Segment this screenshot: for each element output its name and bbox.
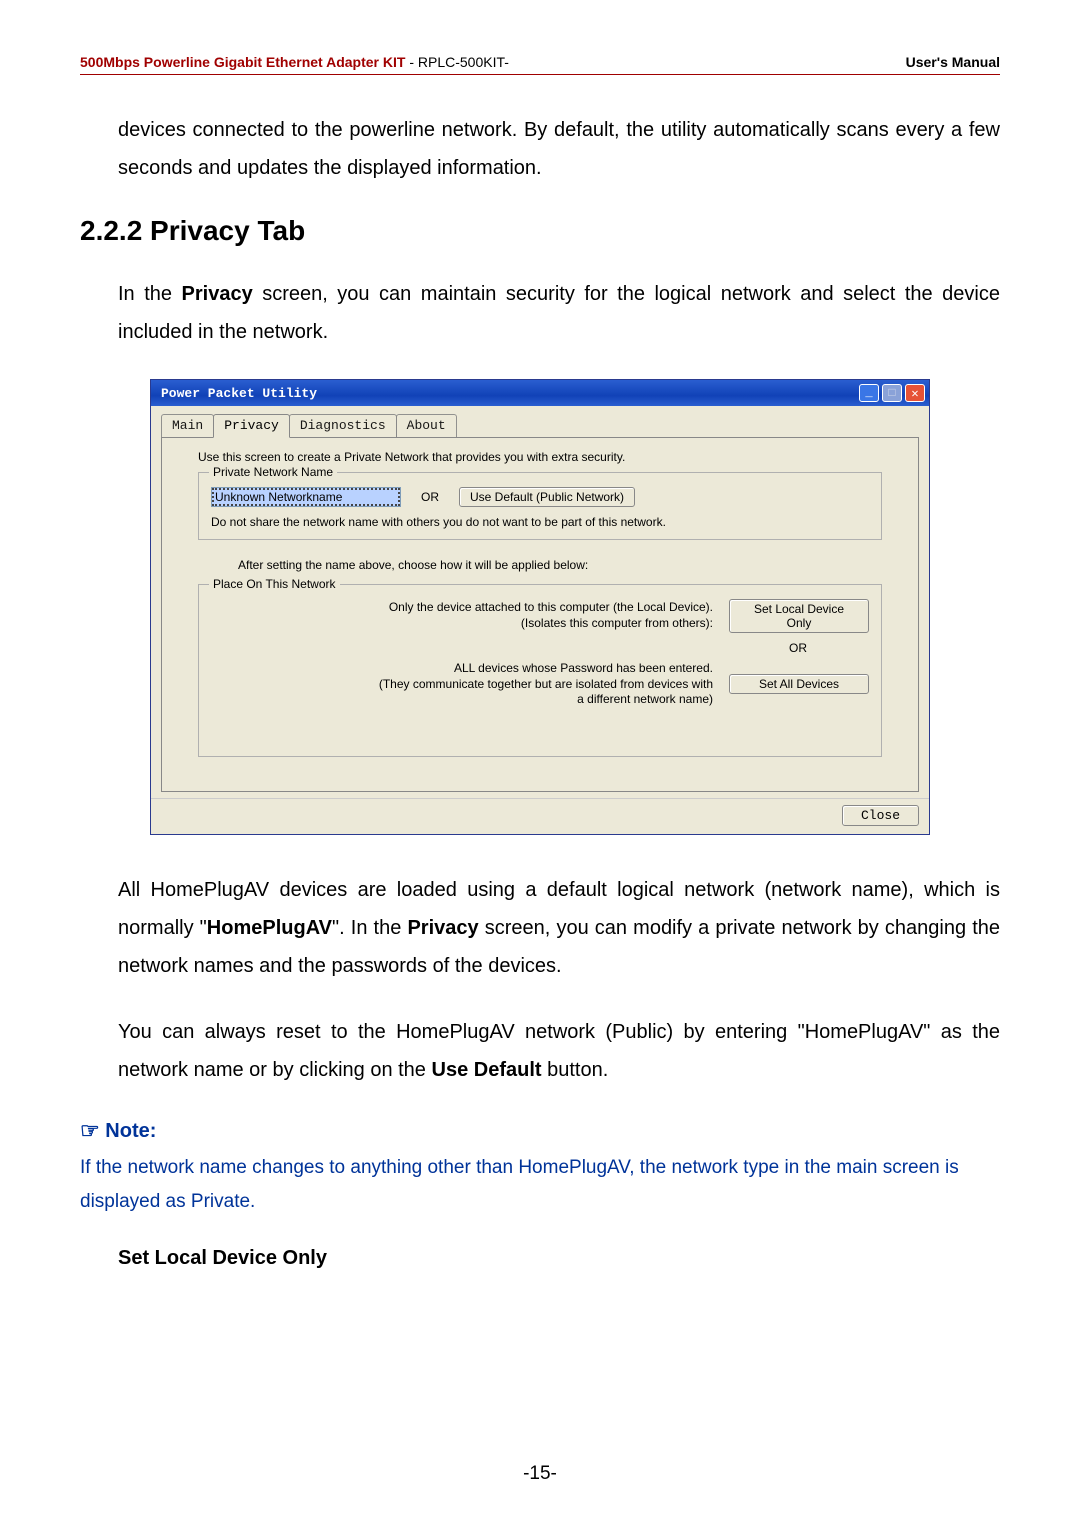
network-name-warning: Do not share the network name with other… (211, 515, 869, 529)
apply-instruction: After setting the name above, choose how… (238, 558, 902, 572)
product-model: RPLC-500KIT- (418, 54, 509, 70)
product-title: 500Mbps Powerline Gigabit Ethernet Adapt… (80, 54, 405, 70)
note-text: If the network name changes to anything … (80, 1151, 1000, 1219)
window-bottom-bar: Close (151, 798, 929, 834)
note-heading: ☞ Note: (80, 1117, 1000, 1143)
group-title-network-name: Private Network Name (209, 465, 337, 479)
app-window: Power Packet Utility _ □ ✕ Main Privacy … (150, 379, 930, 835)
tab-diagnostics[interactable]: Diagnostics (289, 414, 397, 437)
bold-privacy: Privacy (182, 283, 253, 305)
note-label: Note: (105, 1120, 156, 1142)
close-button[interactable]: Close (842, 805, 919, 826)
group-place-on-network: Place On This Network Only the device at… (198, 584, 882, 757)
network-name-input[interactable] (211, 487, 401, 507)
tabs-row: Main Privacy Diagnostics About (151, 406, 929, 437)
window-title: Power Packet Utility (161, 386, 317, 401)
after-paragraph-2: You can always reset to the HomePlugAV n… (118, 1013, 1000, 1089)
group-title-place: Place On This Network (209, 577, 340, 591)
maximize-icon: □ (888, 386, 895, 400)
maximize-button[interactable]: □ (882, 384, 902, 402)
hand-point-right-icon: ☞ (80, 1118, 100, 1144)
close-window-button[interactable]: ✕ (905, 384, 925, 402)
tab-privacy[interactable]: Privacy (213, 414, 290, 438)
minimize-icon: _ (865, 386, 872, 400)
text-line: (They communicate together but are isola… (211, 677, 713, 693)
page-number: -15- (0, 1463, 1080, 1485)
tab-main[interactable]: Main (161, 414, 214, 437)
group-private-network-name: Private Network Name OR Use Default (Pub… (198, 472, 882, 540)
text-seg: ". In the (332, 917, 407, 939)
text-seg: In the (118, 283, 182, 305)
bold-privacy-2: Privacy (407, 917, 478, 939)
window-controls: _ □ ✕ (859, 384, 925, 402)
close-icon: ✕ (911, 386, 918, 401)
bold-homeplugav: HomePlugAV (207, 917, 332, 939)
network-name-row: OR Use Default (Public Network) (211, 487, 869, 507)
local-device-row: Only the device attached to this compute… (211, 599, 869, 633)
minimize-button[interactable]: _ (859, 384, 879, 402)
header-right: User's Manual (906, 54, 1000, 70)
text-line: ALL devices whose Password has been ente… (211, 661, 713, 677)
local-device-desc: Only the device attached to this compute… (211, 600, 713, 631)
text-seg: button. (542, 1059, 609, 1081)
text-line: Only the device attached to this compute… (211, 600, 713, 616)
panel-intro: Use this screen to create a Private Netw… (198, 450, 902, 464)
tab-about[interactable]: About (396, 414, 457, 437)
page-header: 500Mbps Powerline Gigabit Ethernet Adapt… (80, 54, 1000, 75)
all-devices-desc: ALL devices whose Password has been ente… (211, 661, 713, 708)
bold-use-default: Use Default (432, 1059, 542, 1081)
intro-paragraph: devices connected to the powerline netwo… (118, 111, 1000, 187)
set-all-devices-button[interactable]: Set All Devices (729, 674, 869, 694)
section-heading: 2.2.2 Privacy Tab (80, 215, 1000, 247)
text-line: a different network name) (211, 692, 713, 708)
or-label: OR (421, 490, 439, 504)
header-left: 500Mbps Powerline Gigabit Ethernet Adapt… (80, 54, 509, 70)
after-paragraph-1: All HomePlugAV devices are loaded using … (118, 871, 1000, 985)
text-line: (Isolates this computer from others): (211, 616, 713, 632)
privacy-intro-paragraph: In the Privacy screen, you can maintain … (118, 275, 1000, 351)
sub-heading-set-local: Set Local Device Only (118, 1247, 1000, 1270)
header-sep: - (409, 54, 418, 70)
or-label-2: OR (211, 641, 869, 655)
privacy-panel: Use this screen to create a Private Netw… (161, 437, 919, 792)
all-devices-row: ALL devices whose Password has been ente… (211, 661, 869, 708)
set-local-device-button[interactable]: Set Local Device Only (729, 599, 869, 633)
use-default-button[interactable]: Use Default (Public Network) (459, 487, 635, 507)
titlebar: Power Packet Utility _ □ ✕ (151, 380, 929, 406)
